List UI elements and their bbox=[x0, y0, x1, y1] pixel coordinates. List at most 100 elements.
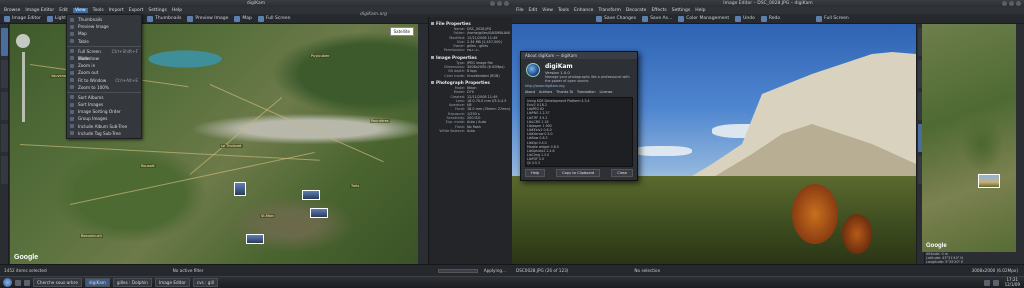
image-editor-button[interactable]: Image Editor bbox=[4, 15, 41, 22]
thumbnails-button[interactable]: Thumbnails bbox=[147, 15, 181, 22]
network-icon[interactable] bbox=[983, 279, 990, 286]
view-menu-item[interactable]: Sort Images bbox=[67, 101, 141, 108]
maximize-icon[interactable] bbox=[497, 1, 502, 6]
menu-view[interactable]: View bbox=[542, 8, 553, 13]
satellite-button[interactable]: Satellite bbox=[389, 27, 414, 36]
undo-icon bbox=[735, 15, 742, 22]
copy-to-clipboard-button[interactable]: Copy to Clipboard bbox=[556, 169, 601, 177]
minimize-icon[interactable] bbox=[1002, 1, 1007, 6]
menu-file[interactable]: File bbox=[516, 8, 524, 13]
sidebar-tab-tags[interactable] bbox=[1, 124, 8, 152]
menu-settings[interactable]: Settings bbox=[148, 8, 166, 13]
desktop-icon[interactable] bbox=[15, 279, 21, 286]
menu-image-editor[interactable]: Image Editor bbox=[25, 8, 54, 13]
photo-marker[interactable] bbox=[302, 190, 320, 200]
right-titlebar[interactable]: Image Editor – DSC_0028.JPG – digiKam bbox=[512, 0, 1024, 7]
menu-export[interactable]: Export bbox=[129, 8, 144, 13]
sidebar-tab-timeline[interactable] bbox=[1, 92, 8, 120]
menu-help[interactable]: Help bbox=[695, 8, 705, 13]
full-screen-button[interactable]: Full Screen bbox=[816, 15, 849, 22]
left-titlebar[interactable]: digiKam bbox=[0, 0, 512, 7]
photo-marker[interactable] bbox=[234, 182, 246, 196]
photo-marker[interactable] bbox=[246, 234, 264, 244]
pager-icon[interactable] bbox=[24, 279, 30, 286]
pan-control-icon[interactable] bbox=[16, 34, 30, 48]
filter-status[interactable]: No active filter bbox=[173, 268, 204, 273]
view-menu-item[interactable]: Map bbox=[67, 30, 141, 37]
menu-tools[interactable]: Tools bbox=[93, 8, 104, 13]
taskbar-task[interactable]: Cherche sous-arbre bbox=[33, 278, 82, 287]
tab-about[interactable]: About bbox=[525, 90, 535, 94]
save-changes-button[interactable]: Save Changes bbox=[596, 15, 636, 22]
view-menu-item[interactable]: Image Sorting Order bbox=[67, 108, 141, 115]
view-menu-item[interactable]: Group Images bbox=[67, 115, 141, 122]
view-menu-item[interactable]: Fit to Window Ctrl+Alt+E bbox=[67, 77, 141, 84]
view-menu-item[interactable]: Zoom out bbox=[67, 69, 141, 76]
file-properties-header[interactable]: File Properties bbox=[431, 21, 510, 26]
menu-help[interactable]: Help bbox=[172, 8, 182, 13]
zoom-slider[interactable] bbox=[21, 52, 25, 122]
image-editor-icon bbox=[4, 15, 10, 22]
minimize-icon[interactable] bbox=[490, 1, 495, 6]
about-dialog-title[interactable]: About digiKam — digiKam bbox=[521, 52, 637, 59]
image-canvas[interactable]: About digiKam — digiKam digiKam Version … bbox=[512, 24, 916, 264]
components-list[interactable]: Using KDE Development Platform 4.3.4 Exiv… bbox=[525, 97, 633, 167]
tab-license[interactable]: License bbox=[600, 90, 613, 94]
view-menu-item[interactable]: Zoom in bbox=[67, 62, 141, 69]
photo-marker[interactable] bbox=[978, 174, 1000, 188]
tab-thanks[interactable]: Thanks To bbox=[556, 90, 573, 94]
view-menu-item[interactable]: Zoom to 100% bbox=[67, 84, 141, 91]
view-menu-item[interactable]: Thumbnails bbox=[67, 16, 141, 23]
save-as-button[interactable]: Save As... bbox=[642, 15, 672, 22]
clock[interactable]: 17:21 12/1/09 bbox=[1005, 277, 1020, 287]
photo-properties-header[interactable]: Photograph Properties bbox=[431, 80, 510, 85]
full-screen-button[interactable]: Full Screen bbox=[257, 15, 290, 22]
menu-settings[interactable]: Settings bbox=[672, 8, 690, 13]
menu-transform[interactable]: Transform bbox=[598, 8, 620, 13]
taskbar-task[interactable]: digiKam bbox=[84, 278, 110, 287]
view-menu-item[interactable]: Sort Albums bbox=[67, 94, 141, 101]
view-menu-item[interactable]: Preview Image bbox=[67, 23, 141, 30]
menu-import[interactable]: Import bbox=[109, 8, 124, 13]
menu-decorate[interactable]: Decorate bbox=[626, 8, 647, 13]
view-menu-item[interactable]: Full Screen Mode Ctrl+Shift+F bbox=[67, 48, 141, 61]
view-menu-item[interactable]: Include Tag Sub-Tree bbox=[67, 130, 141, 137]
component-item[interactable]: LibClapack bbox=[527, 165, 631, 166]
photo-marker[interactable] bbox=[310, 208, 328, 218]
tab-authors[interactable]: Authors bbox=[539, 90, 552, 94]
kde-menu-icon[interactable] bbox=[3, 278, 12, 287]
taskbar-task[interactable]: cvs : gill bbox=[192, 278, 218, 287]
maximize-icon[interactable] bbox=[1009, 1, 1014, 6]
menu-browse[interactable]: Browse bbox=[4, 8, 20, 13]
map-zoom-control[interactable] bbox=[16, 34, 30, 126]
close-icon[interactable] bbox=[504, 1, 509, 6]
map-button[interactable]: Map bbox=[234, 15, 252, 22]
view-menu-item[interactable]: Include Album Sub-Tree bbox=[67, 123, 141, 130]
preview-button[interactable]: Preview Image bbox=[187, 15, 228, 22]
sidebar-tab-albums[interactable] bbox=[1, 28, 8, 56]
redo-button[interactable]: Redo bbox=[760, 15, 780, 22]
sidebar-tab-dates[interactable] bbox=[1, 60, 8, 88]
close-icon[interactable] bbox=[1016, 1, 1021, 6]
menu-effects[interactable]: Effects bbox=[651, 8, 666, 13]
menu-view[interactable]: View bbox=[72, 8, 88, 13]
taskbar-task[interactable]: gilles : Dolphin bbox=[112, 278, 152, 287]
menu-tools[interactable]: Tools bbox=[558, 8, 569, 13]
color-management-button[interactable]: Color Management bbox=[678, 15, 729, 22]
undo-button[interactable]: Undo bbox=[735, 15, 755, 22]
menu-edit[interactable]: Edit bbox=[529, 8, 538, 13]
geolocation-map[interactable]: Google bbox=[922, 24, 1016, 252]
homepage-link[interactable]: http://www.digikam.org bbox=[525, 84, 565, 88]
image-properties-header[interactable]: Image Properties bbox=[431, 55, 510, 60]
help-button[interactable]: Help bbox=[525, 169, 546, 177]
about-digikam-dialog: About digiKam — digiKam digiKam Version … bbox=[520, 51, 638, 181]
view-menu-item[interactable]: Slideshow bbox=[67, 55, 141, 62]
sidebar-tab-searches[interactable] bbox=[1, 156, 8, 184]
menu-enhance[interactable]: Enhance bbox=[574, 8, 593, 13]
tab-translation[interactable]: Translation bbox=[577, 90, 595, 94]
volume-icon[interactable] bbox=[992, 279, 999, 286]
taskbar-task[interactable]: Image Editor bbox=[154, 278, 190, 287]
menu-edit[interactable]: Edit bbox=[59, 8, 68, 13]
view-menu-item[interactable]: Table bbox=[67, 38, 141, 45]
close-button[interactable]: Close bbox=[611, 169, 633, 177]
